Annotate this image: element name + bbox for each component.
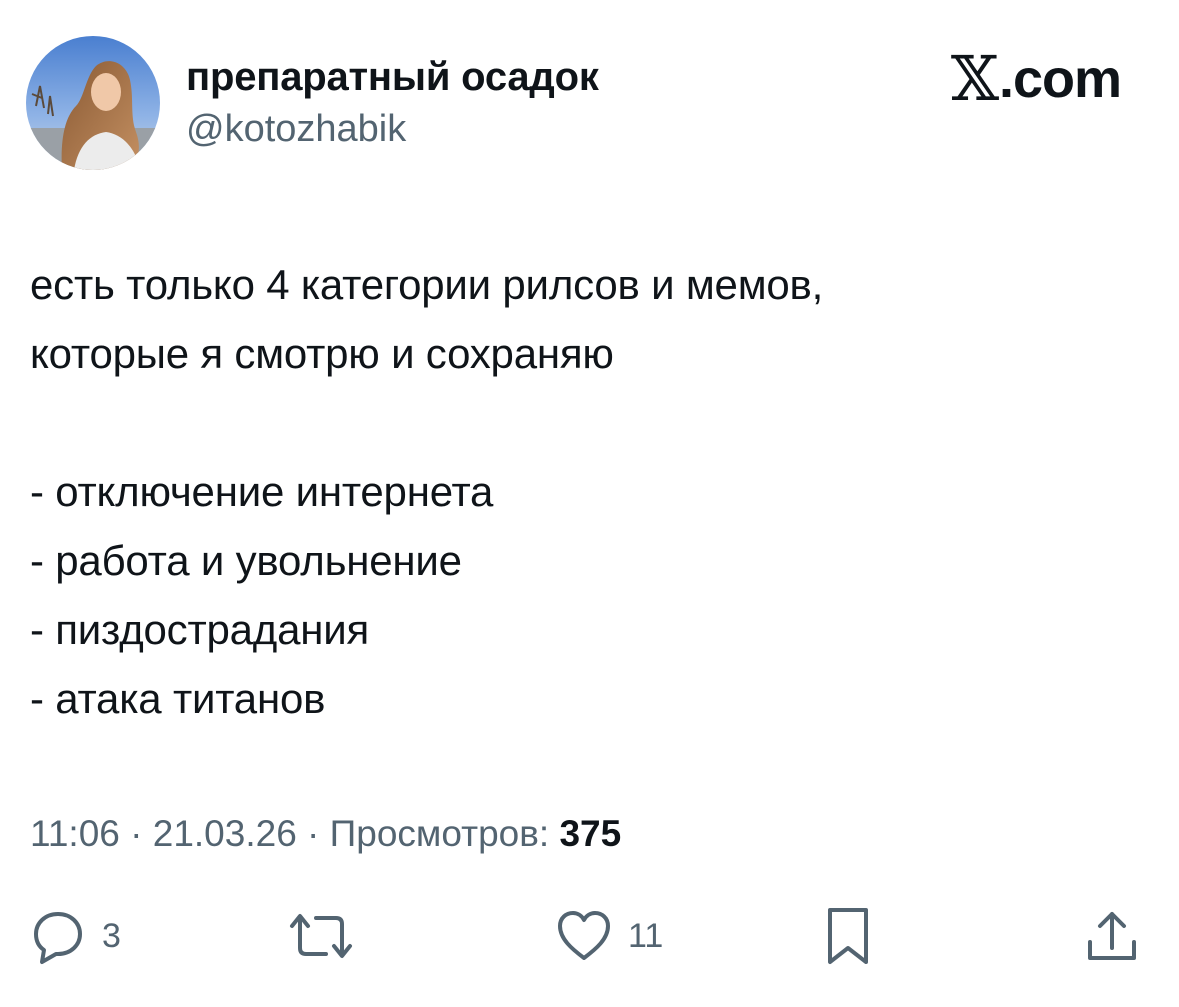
tweet-line: есть только 4 категории рилсов и мемов, xyxy=(30,261,824,308)
x-logo-icon: 𝕏 xyxy=(950,42,999,115)
views-label: Просмотров: xyxy=(329,813,550,854)
reply-count: 3 xyxy=(102,917,121,955)
share-button[interactable] xyxy=(1082,904,1142,968)
retweet-button[interactable] xyxy=(284,904,370,968)
like-count: 11 xyxy=(628,917,664,955)
retweet-icon xyxy=(290,914,352,958)
bookmark-button[interactable] xyxy=(822,904,874,968)
avatar[interactable] xyxy=(26,36,160,170)
brand-logo: 𝕏 .com xyxy=(950,42,1122,115)
brand-domain: .com xyxy=(998,49,1122,109)
tweet-time[interactable]: 11:06 xyxy=(30,813,120,854)
tweet-line-break xyxy=(30,388,1150,457)
meta-separator: · xyxy=(296,813,330,854)
meta-separator: · xyxy=(119,813,153,854)
share-icon xyxy=(1088,912,1136,960)
tweet-line: - отключение интернета xyxy=(30,468,494,515)
user-handle[interactable]: @kotozhabik xyxy=(186,104,406,154)
tweet-date[interactable]: 21.03.26 xyxy=(153,813,297,854)
tweet-text: есть только 4 категории рилсов и мемов, … xyxy=(30,250,1150,733)
profile-photo xyxy=(26,36,160,170)
reply-icon xyxy=(34,912,82,964)
display-name[interactable]: препаратный осадок xyxy=(186,50,599,104)
tweet-line: - пиздострадания xyxy=(30,606,370,653)
tweet-line: - работа и увольнение xyxy=(30,537,462,584)
tweet-line: которые я смотрю и сохраняю xyxy=(30,330,614,377)
tweet-line: - атака титанов xyxy=(30,675,326,722)
views-count: 375 xyxy=(559,813,622,854)
tweet-meta: 11:06 · 21.03.26 · Просмотров: 375 xyxy=(30,808,621,860)
bookmark-icon xyxy=(828,908,868,964)
reply-button[interactable]: 3 xyxy=(26,904,121,968)
like-button[interactable]: 11 xyxy=(552,904,663,968)
heart-icon xyxy=(558,911,610,960)
